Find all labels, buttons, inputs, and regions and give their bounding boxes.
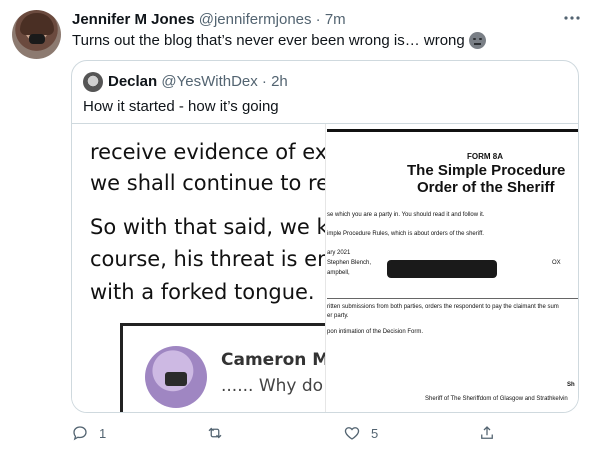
- divider: [327, 298, 578, 299]
- separator: ·: [315, 11, 321, 28]
- tweet-text-content: Turns out the blog that’s never ever bee…: [72, 32, 465, 49]
- tweet-text: Turns out the blog that’s never ever bee…: [72, 32, 486, 49]
- neutral-face-emoji-icon: [468, 32, 486, 49]
- quoted-tweet-header: Declan @YesWithDex · 2h: [108, 73, 288, 90]
- author-name[interactable]: Jennifer M Jones: [72, 11, 195, 28]
- author-avatar[interactable]: [12, 10, 61, 59]
- tweet-actions: 1 5: [71, 424, 501, 446]
- retweet-icon: [208, 427, 222, 439]
- more-options-icon[interactable]: [562, 10, 582, 26]
- tweet[interactable]: Jennifer M Jones @jennifermjones · 7m Tu…: [0, 0, 592, 454]
- media-image-left[interactable]: receive evidence of exist we shall conti…: [72, 124, 326, 412]
- doc-title-line1: The Simple Procedure: [407, 162, 566, 179]
- image-text-line: with a forked tongue.: [90, 280, 315, 304]
- reply-button[interactable]: 1: [71, 424, 106, 442]
- card-subtext: ...... Why do p: [221, 376, 325, 396]
- doc-line: pon intimation of the Decision Form.: [327, 329, 424, 335]
- share-button[interactable]: [478, 424, 506, 442]
- image-text-line: receive evidence of exist: [90, 140, 326, 164]
- tweet-header: Jennifer M Jones @jennifermjones · 7m: [72, 11, 346, 28]
- quoted-tweet[interactable]: Declan @YesWithDex · 2h How it started -…: [71, 60, 579, 413]
- like-button[interactable]: 5: [343, 424, 378, 442]
- quoted-media[interactable]: receive evidence of exist we shall conti…: [72, 123, 578, 412]
- doc-line: ritten submissions from both parties, or…: [327, 304, 559, 310]
- reply-count: 1: [99, 425, 107, 441]
- quoted-tweet-text: How it started - how it’s going: [83, 98, 279, 115]
- quoted-author-avatar: [83, 72, 103, 92]
- retweet-button[interactable]: [206, 424, 234, 442]
- tweet-time[interactable]: 7m: [325, 11, 346, 28]
- like-count: 5: [371, 425, 379, 441]
- doc-line: se which you are a party in. You should …: [327, 212, 485, 218]
- media-image-right[interactable]: FORM 8A The Simple Procedure Order of th…: [327, 124, 578, 412]
- doc-line: ary 2021: [327, 250, 351, 256]
- doc-line: Sh: [567, 382, 575, 388]
- form-label: FORM 8A: [467, 152, 503, 161]
- card-name: Cameron Mc: [221, 350, 325, 370]
- image-text-line: we shall continue to rega: [90, 171, 325, 195]
- doc-line: er party.: [327, 313, 349, 319]
- quoted-tweet-time: 2h: [271, 73, 288, 90]
- doc-line: Stephen Blench,: [327, 260, 372, 266]
- share-icon: [481, 426, 493, 439]
- embedded-profile-card: Cameron Mc ...... Why do p: [120, 323, 325, 412]
- quoted-author-name: Declan: [108, 73, 158, 90]
- redaction-bar: [387, 260, 497, 278]
- doc-title-line2: Order of the Sheriff: [417, 179, 555, 196]
- image-text-line: course, his threat is emp: [90, 247, 326, 271]
- doc-line: imple Procedure Rules, which is about or…: [327, 231, 484, 237]
- quoted-author-handle: @YesWithDex: [161, 73, 258, 90]
- author-handle[interactable]: @jennifermjones: [199, 11, 312, 28]
- card-avatar: [145, 346, 207, 408]
- doc-line: ampbell,: [327, 270, 350, 276]
- heart-icon: [344, 427, 360, 440]
- doc-line: OX: [552, 260, 561, 266]
- doc-footer: Sheriff of The Sheriffdom of Glasgow and…: [425, 396, 568, 402]
- divider: [327, 129, 578, 132]
- reply-icon: [73, 426, 87, 441]
- separator: ·: [261, 73, 267, 90]
- image-text-line: So with that said, we kee: [90, 215, 325, 239]
